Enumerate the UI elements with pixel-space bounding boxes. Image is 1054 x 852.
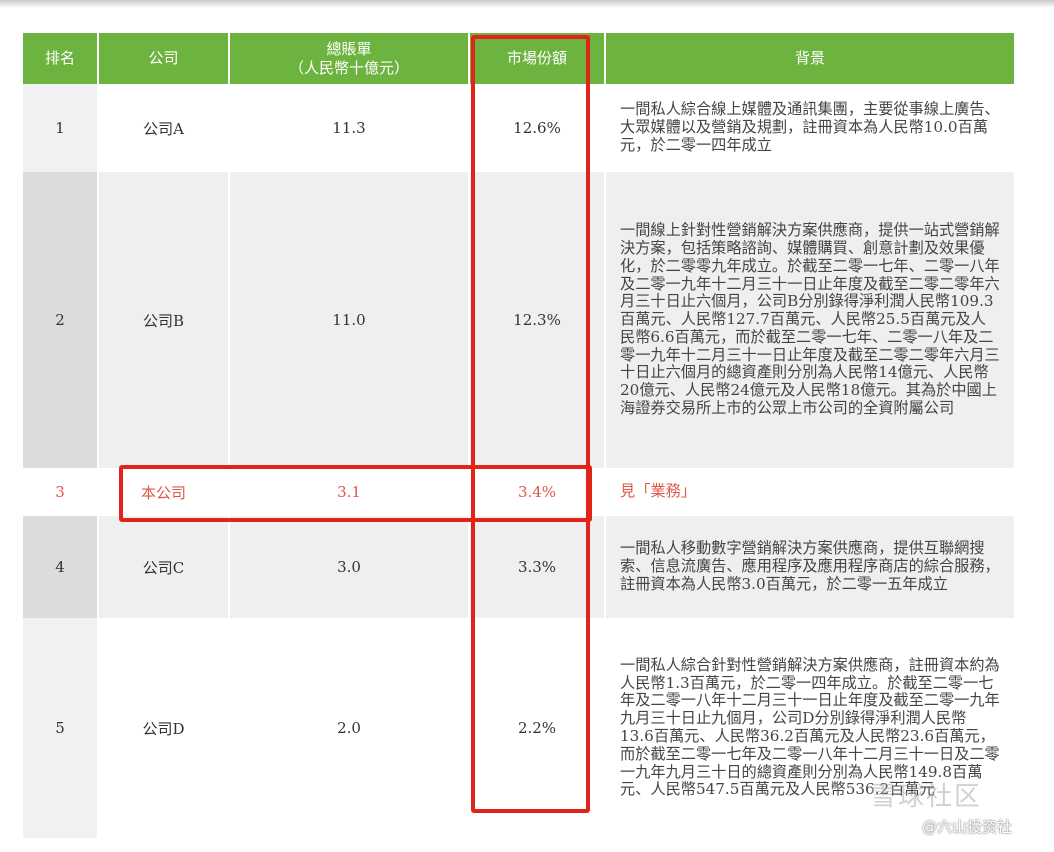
top-shadow-line <box>0 0 1054 8</box>
cell-background: 見「業務」 <box>605 468 1014 516</box>
cell-rank: 2 <box>23 172 99 468</box>
header-billing-line1: 總賬單 <box>326 39 372 58</box>
cell-company: 公司C <box>98 516 230 618</box>
cell-background: 一間私人綜合線上媒體及通訊集團，主要從事線上廣告、大眾媒體以及營銷及規劃，註冊資… <box>605 84 1014 172</box>
cell-company: 公司B <box>98 172 230 468</box>
header-rank: 排名 <box>23 33 99 84</box>
cell-company: 公司D <box>98 618 230 838</box>
header-company: 公司 <box>98 33 230 84</box>
cell-billing: 11.3 <box>229 84 470 172</box>
cell-rank: 5 <box>23 618 99 838</box>
cell-background: 一間私人移動數字營銷解決方案供應商，提供互聯網搜索、信息流廣告、應用程序及應用程… <box>605 516 1014 618</box>
share-column-highlight-box <box>471 35 590 813</box>
cell-background: 一間線上針對性營銷解決方案供應商，提供一站式營銷解決方案，包括策略諮詢、媒體購買… <box>605 172 1014 468</box>
cell-billing: 3.0 <box>229 516 470 618</box>
cell-company: 公司A <box>98 84 230 172</box>
header-billing-line2: （人民幣十億元） <box>288 58 409 77</box>
cell-billing: 11.0 <box>229 172 470 468</box>
cell-rank: 4 <box>23 516 99 618</box>
company-row-highlight-box <box>119 465 592 522</box>
cell-rank: 3 <box>23 468 99 516</box>
header-billing: 總賬單 （人民幣十億元） <box>229 33 470 84</box>
cell-billing: 2.0 <box>229 618 470 838</box>
cell-rank: 1 <box>23 84 99 172</box>
watermark-large: 雪球社区 <box>870 782 983 812</box>
watermark-small: @六山投资社 <box>922 818 1013 836</box>
header-background: 背景 <box>605 33 1014 84</box>
